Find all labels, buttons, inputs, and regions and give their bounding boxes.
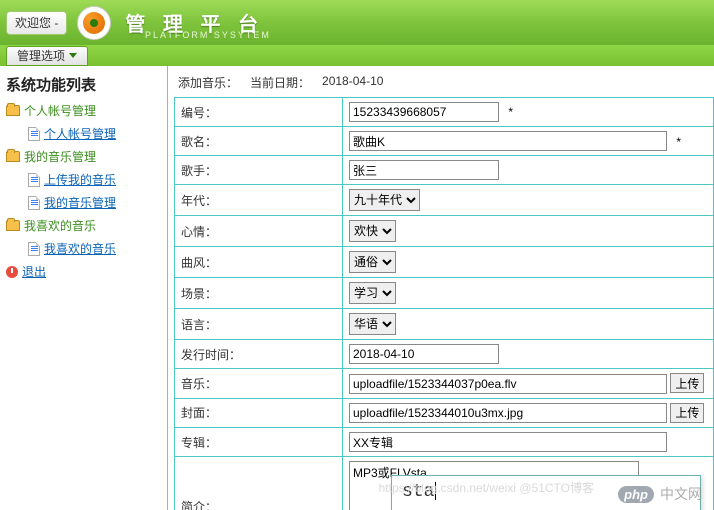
album-input[interactable] <box>349 432 667 452</box>
field-label-mood: 心情： <box>175 216 343 247</box>
sidebar-cat-fav-music[interactable]: 我喜欢的音乐 <box>6 214 167 237</box>
sidebar-item-label[interactable]: 我喜欢的音乐 <box>44 240 116 257</box>
mgmt-options-button[interactable]: 管理选项 <box>6 46 88 66</box>
main-area: 系统功能列表 个人帐号管理 个人帐号管理 我的音乐管理 上传我的音乐 我的音乐管… <box>0 66 714 510</box>
folder-icon <box>6 220 20 231</box>
field-label-lang: 语言： <box>175 309 343 340</box>
app-logo-icon <box>77 6 111 40</box>
field-label-music-file: 音乐： <box>175 369 343 399</box>
page-icon <box>28 196 40 210</box>
sidebar-item-account-mgmt[interactable]: 个人帐号管理 <box>6 122 167 145</box>
app-subtitle: PLATFORM SYSYTEM <box>145 30 271 40</box>
current-date-value: 2018-04-10 <box>322 74 383 91</box>
sidebar-cat-label: 我的音乐管理 <box>24 148 96 165</box>
upload-music-button[interactable]: 上传 <box>670 373 704 393</box>
content-heading-row: 添加音乐： 当前日期： 2018-04-10 <box>174 72 714 97</box>
pubdate-input[interactable] <box>349 344 499 364</box>
chevron-down-icon <box>69 53 77 58</box>
mgmt-options-label: 管理选项 <box>17 47 65 65</box>
field-label-era: 年代： <box>175 185 343 216</box>
field-label-name: 歌名： <box>175 127 343 156</box>
scene-select[interactable]: 学习 <box>349 282 396 304</box>
singer-input[interactable] <box>349 160 499 180</box>
content-area: 添加音乐： 当前日期： 2018-04-10 编号： * 歌名： * 歌手： <box>168 66 714 510</box>
field-label-singer: 歌手： <box>175 156 343 185</box>
field-label-album: 专辑： <box>175 428 343 457</box>
page-icon <box>28 127 40 141</box>
page-icon <box>28 242 40 256</box>
sidebar-item-label[interactable]: 我的音乐管理 <box>44 194 116 211</box>
folder-icon <box>6 105 20 116</box>
sidebar-cat-label: 我喜欢的音乐 <box>24 217 96 234</box>
sidebar: 系统功能列表 个人帐号管理 个人帐号管理 我的音乐管理 上传我的音乐 我的音乐管… <box>0 66 168 510</box>
field-label-intro: 简介： <box>175 457 343 510</box>
sidebar-item-manage-music[interactable]: 我的音乐管理 <box>6 191 167 214</box>
sidebar-title: 系统功能列表 <box>0 70 167 99</box>
sidebar-item-fav-music[interactable]: 我喜欢的音乐 <box>6 237 167 260</box>
field-label-cover-file: 封面： <box>175 398 343 428</box>
app-header: 欢迎您 - 管 理 平 台 PLATFORM SYSYTEM <box>0 0 714 45</box>
folder-icon <box>6 151 20 162</box>
page-icon <box>28 173 40 187</box>
field-label-scene: 场景： <box>175 278 343 309</box>
required-mark: * <box>508 105 513 119</box>
sidebar-item-label[interactable]: 上传我的音乐 <box>44 171 116 188</box>
required-mark: * <box>676 135 681 149</box>
field-label-id: 编号： <box>175 98 343 127</box>
sidebar-item-label[interactable]: 退出 <box>22 263 46 280</box>
power-icon <box>6 266 18 278</box>
welcome-chip: 欢迎您 - <box>6 11 67 35</box>
style-select[interactable]: 通俗 <box>349 251 396 273</box>
ime-typed-text: sta <box>402 482 434 502</box>
add-music-label: 添加音乐： <box>178 74 238 91</box>
era-select[interactable]: 九十年代 <box>349 189 420 211</box>
sidebar-cat-my-music[interactable]: 我的音乐管理 <box>6 145 167 168</box>
sidebar-item-exit[interactable]: 退出 <box>6 260 167 283</box>
lang-select[interactable]: 华语 <box>349 313 396 335</box>
id-input[interactable] <box>349 102 499 122</box>
song-name-input[interactable] <box>349 131 667 151</box>
sidebar-item-label[interactable]: 个人帐号管理 <box>44 125 116 142</box>
field-label-style: 曲风： <box>175 247 343 278</box>
sub-header-bar: 管理选项 <box>0 45 714 66</box>
mood-select[interactable]: 欢快 <box>349 220 396 242</box>
music-file-input[interactable] <box>349 374 667 394</box>
sidebar-item-upload-music[interactable]: 上传我的音乐 <box>6 168 167 191</box>
cover-file-input[interactable] <box>349 403 667 423</box>
upload-cover-button[interactable]: 上传 <box>670 403 704 423</box>
sidebar-cat-account[interactable]: 个人帐号管理 <box>6 99 167 122</box>
music-form-table: 编号： * 歌名： * 歌手： 年代： 九十年代 <box>174 97 714 510</box>
sidebar-cat-label: 个人帐号管理 <box>24 102 96 119</box>
current-date-label: 当前日期： <box>250 74 310 91</box>
ime-cursor-icon <box>435 482 436 500</box>
ime-candidate-popup: sta 1.桃 2.格式a 3.梅花w 4.酸甜苦辣u <box>391 475 701 510</box>
field-label-pubdate: 发行时间： <box>175 340 343 369</box>
